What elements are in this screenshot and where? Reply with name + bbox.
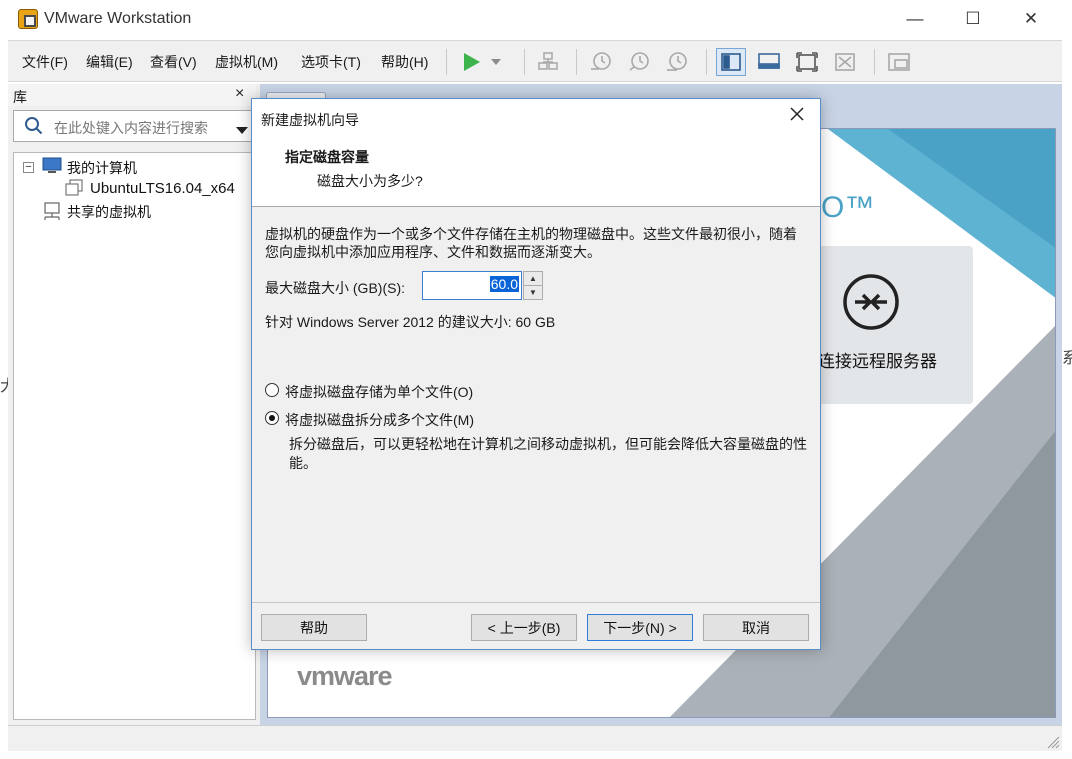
split-description: 拆分磁盘后，可以更轻松地在计算机之间移动虚拟机，但可能会降低大容量磁盘的性能。 xyxy=(289,436,807,471)
back-button[interactable]: < 上一步(B) xyxy=(471,614,577,641)
library-close-button[interactable]: × xyxy=(235,85,244,103)
edge-text: 系 xyxy=(1062,350,1072,367)
disk-size-value: 60.0 xyxy=(489,276,519,292)
maximize-button[interactable]: ☐ xyxy=(944,0,1002,38)
thumbnail-view-icon[interactable] xyxy=(884,48,914,76)
spin-up-button[interactable]: ▲ xyxy=(523,271,543,286)
tree-item-shared[interactable]: 共享的虚拟机 xyxy=(67,202,151,222)
play-icon[interactable] xyxy=(456,48,486,76)
computer-icon xyxy=(42,157,62,178)
vm-icon xyxy=(64,179,84,200)
library-view-icon[interactable] xyxy=(716,48,746,76)
search-dropdown-icon[interactable] xyxy=(236,122,248,138)
resize-grip-icon[interactable] xyxy=(1046,735,1060,752)
tree-item-vm[interactable]: UbuntuLTS16.04_x64 xyxy=(90,180,235,197)
radio-single-file-label[interactable]: 将虚拟磁盘存储为单个文件(O) xyxy=(285,382,473,402)
dialog-subheading: 磁盘大小为多少? xyxy=(317,173,423,189)
disk-size-label: 最大磁盘大小 (GB)(S): xyxy=(265,280,405,296)
vmware-app-icon xyxy=(18,9,38,29)
dropdown-arrow-icon[interactable] xyxy=(486,48,506,76)
toolbar-separator xyxy=(874,49,875,75)
toolbar-separator xyxy=(446,49,447,75)
cancel-button[interactable]: 取消 xyxy=(703,614,809,641)
next-button[interactable]: 下一步(N) > xyxy=(587,614,693,641)
toolbar-separator xyxy=(576,49,577,75)
radio-single-file[interactable] xyxy=(265,383,279,397)
dialog-divider xyxy=(252,602,820,603)
radio-split-files[interactable] xyxy=(265,411,279,425)
tree-item-my-computer[interactable]: 我的计算机 xyxy=(67,158,137,178)
fullscreen-icon[interactable] xyxy=(792,48,822,76)
menu-tabs[interactable]: 选项卡(T) xyxy=(301,52,361,72)
menu-vm[interactable]: 虚拟机(M) xyxy=(215,52,278,72)
library-header xyxy=(8,84,256,106)
close-button[interactable]: ✕ xyxy=(1002,0,1060,38)
dialog-close-button[interactable] xyxy=(788,105,806,129)
revert-snapshot-icon[interactable] xyxy=(624,48,654,76)
library-tree: − 我的计算机 UbuntuLTS16.04_x64 共享的虚拟机 xyxy=(13,152,256,720)
menu-bar: 文件(F) 编辑(E) 查看(V) 虚拟机(M) 选项卡(T) 帮助(H) xyxy=(8,40,1062,82)
dialog-heading: 指定磁盘容量 xyxy=(285,149,369,165)
snapshot-manager-icon[interactable] xyxy=(662,48,692,76)
shared-vms-icon xyxy=(42,201,62,224)
collapse-toggle-icon[interactable]: − xyxy=(23,162,34,173)
remote-server-icon xyxy=(841,272,901,335)
console-view-icon[interactable] xyxy=(754,48,784,76)
window-title: VMware Workstation xyxy=(44,10,192,27)
status-bar xyxy=(8,725,1062,751)
edge-text: 大 xyxy=(0,372,8,396)
recommended-size-text: 针对 Windows Server 2012 的建议大小: 60 GB xyxy=(265,314,556,330)
menu-file[interactable]: 文件(F) xyxy=(22,52,68,72)
library-title: 库 xyxy=(13,89,27,105)
snapshot-icon[interactable] xyxy=(586,48,616,76)
vmware-logo: vmware xyxy=(297,661,393,691)
disk-size-input[interactable]: 60.0 xyxy=(422,271,522,300)
disk-description: 虚拟机的硬盘作为一个或多个文件存储在主机的物理磁盘中。这些文件最初很小，随着您向… xyxy=(265,226,797,260)
unity-icon[interactable] xyxy=(830,48,860,76)
search-placeholder: 在此处键入内容进行搜索 xyxy=(54,120,208,136)
help-button[interactable]: 帮助 xyxy=(261,614,367,641)
remote-server-label: 连接远程服务器 xyxy=(818,352,937,371)
menu-view[interactable]: 查看(V) xyxy=(150,52,197,72)
toolbar-separator xyxy=(706,49,707,75)
network-icon[interactable] xyxy=(533,48,563,76)
workstation-logo-tm: O™ xyxy=(821,191,875,224)
toolbar-separator xyxy=(524,49,525,75)
minimize-button[interactable]: — xyxy=(886,0,944,38)
radio-split-files-label[interactable]: 将虚拟磁盘拆分成多个文件(M) xyxy=(285,410,474,430)
menu-edit[interactable]: 编辑(E) xyxy=(86,52,133,72)
dialog-title: 新建虚拟机向导 xyxy=(261,112,359,128)
menu-help[interactable]: 帮助(H) xyxy=(381,52,428,72)
search-icon xyxy=(24,116,44,139)
new-vm-wizard-dialog: 新建虚拟机向导 指定磁盘容量 磁盘大小为多少? 虚拟机的硬盘作为一个或多个文件存… xyxy=(251,98,821,650)
spin-down-button[interactable]: ▼ xyxy=(523,285,543,300)
